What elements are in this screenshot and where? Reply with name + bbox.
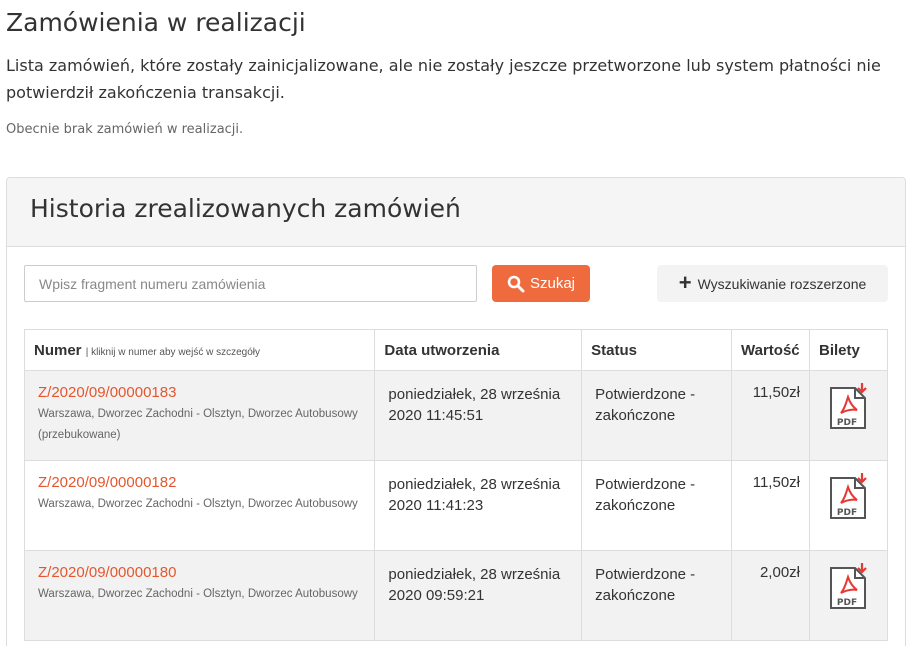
order-value: 2,00zł bbox=[731, 550, 810, 641]
page: Zamówienia w realizacji Lista zamówień, … bbox=[0, 0, 913, 646]
order-status: Potwierdzone - zakończone bbox=[581, 550, 733, 641]
order-value: 11,50zł bbox=[731, 370, 810, 461]
search-button[interactable]: Szukaj bbox=[492, 265, 590, 302]
plus-icon: + bbox=[678, 269, 692, 295]
svg-text:PDF: PDF bbox=[836, 418, 856, 428]
order-number-link[interactable]: Z/2020/09/00000180 bbox=[38, 564, 361, 581]
column-hint: | kliknij w numer aby wejść w szczegóły bbox=[85, 346, 261, 358]
ticket-cell: PDF bbox=[809, 550, 888, 641]
table-row: Z/2020/09/00000183 Warszawa, Dworzec Zac… bbox=[23, 370, 888, 461]
order-number-cell: Z/2020/09/00000182 Warszawa, Dworzec Zac… bbox=[23, 460, 376, 551]
order-status: Potwierdzone - zakończone bbox=[581, 460, 733, 551]
order-value: 11,50zł bbox=[731, 460, 810, 551]
pdf-download-icon[interactable]: PDF bbox=[827, 382, 871, 432]
search-button-label: Szukaj bbox=[529, 275, 576, 292]
search-icon bbox=[507, 275, 525, 292]
orders-table: Numer | kliknij w numer aby wejść w szcz… bbox=[23, 329, 888, 641]
pdf-download-icon[interactable]: PDF bbox=[827, 472, 871, 522]
svg-text:PDF: PDF bbox=[836, 508, 856, 518]
pdf-download-icon[interactable]: PDF bbox=[827, 562, 871, 612]
ticket-cell: PDF bbox=[809, 370, 888, 461]
column-header-status: Status bbox=[581, 329, 733, 371]
order-number-link[interactable]: Z/2020/09/00000183 bbox=[38, 384, 361, 401]
order-route: Warszawa, Dworzec Zachodni - Olsztyn, Dw… bbox=[38, 408, 358, 441]
empty-message: Obecnie brak zamówień w realizacji. bbox=[6, 122, 244, 137]
advanced-search-button[interactable]: + Wyszukiwanie rozszerzone bbox=[657, 265, 888, 302]
table-row: Z/2020/09/00000182 Warszawa, Dworzec Zac… bbox=[23, 460, 888, 551]
table-header-row: Numer | kliknij w numer aby wejść w szcz… bbox=[23, 329, 888, 371]
svg-text:PDF: PDF bbox=[836, 598, 856, 608]
order-number-link[interactable]: Z/2020/09/00000182 bbox=[38, 474, 361, 491]
page-title: Zamówienia w realizacji bbox=[6, 8, 306, 37]
order-route: Warszawa, Dworzec Zachodni - Olsztyn, Dw… bbox=[38, 498, 358, 510]
order-date: poniedziałek, 28 września 2020 11:41:23 bbox=[374, 460, 583, 551]
order-number-cell: Z/2020/09/00000183 Warszawa, Dworzec Zac… bbox=[23, 370, 376, 461]
column-header-created: Data utworzenia bbox=[374, 329, 583, 371]
column-header-number: Numer | kliknij w numer aby wejść w szcz… bbox=[23, 329, 376, 371]
order-date: poniedziałek, 28 września 2020 09:59:21 bbox=[374, 550, 583, 641]
search-input[interactable] bbox=[24, 265, 477, 302]
order-route: Warszawa, Dworzec Zachodni - Olsztyn, Dw… bbox=[38, 588, 358, 600]
table-row: Z/2020/09/00000180 Warszawa, Dworzec Zac… bbox=[23, 550, 888, 641]
page-description: Lista zamówień, które zostały zainicjali… bbox=[6, 56, 881, 102]
order-status: Potwierdzone - zakończone bbox=[581, 370, 733, 461]
ticket-cell: PDF bbox=[809, 460, 888, 551]
column-header-tickets: Bilety bbox=[809, 329, 888, 371]
order-history-panel: Historia zrealizowanych zamówień Szukaj … bbox=[6, 177, 906, 646]
advanced-search-label: Wyszukiwanie rozszerzone bbox=[697, 275, 867, 292]
order-number-cell: Z/2020/09/00000180 Warszawa, Dworzec Zac… bbox=[23, 550, 376, 641]
column-header-value: Wartość bbox=[731, 329, 810, 371]
order-date: poniedziałek, 28 września 2020 11:45:51 bbox=[374, 370, 583, 461]
panel-header: Historia zrealizowanych zamówień bbox=[7, 178, 905, 247]
panel-title: Historia zrealizowanych zamówień bbox=[30, 194, 461, 223]
